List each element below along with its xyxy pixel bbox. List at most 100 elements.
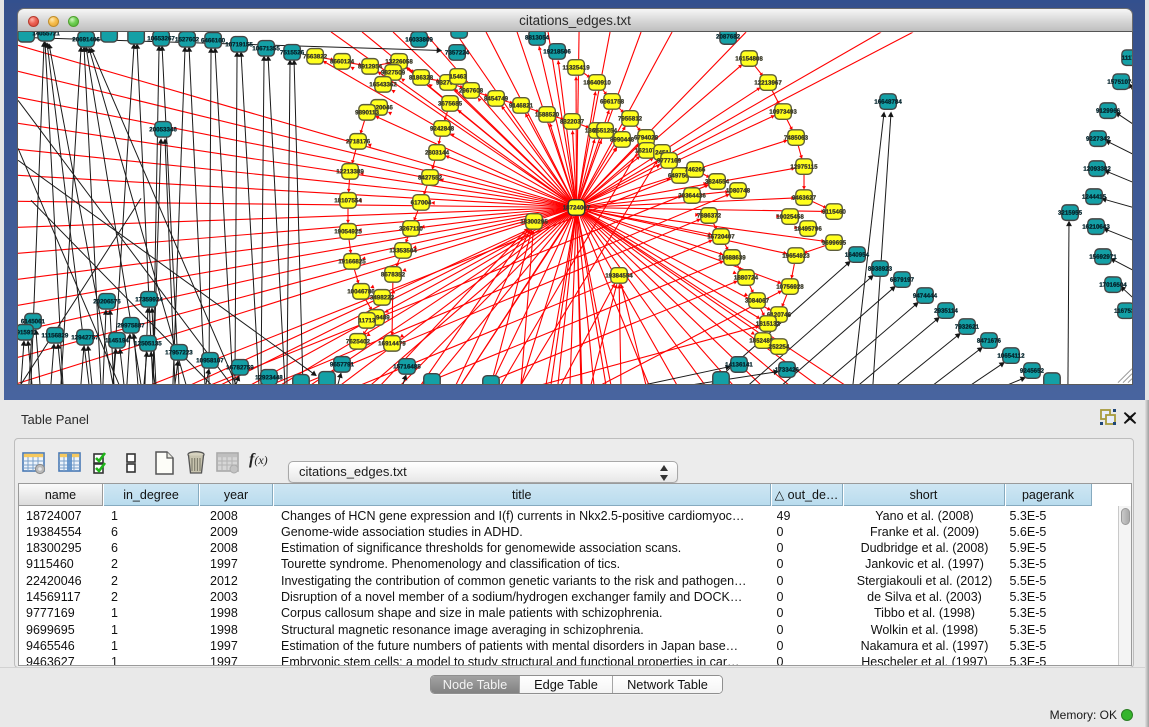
svg-text:8186328: 8186328 (409, 74, 434, 81)
svg-text:10653267: 10653267 (147, 35, 175, 42)
svg-text:2967608: 2967608 (459, 87, 484, 94)
svg-text:19166825: 19166825 (338, 258, 366, 265)
svg-text:6794028: 6794028 (634, 135, 659, 142)
svg-text:7357224: 7357224 (445, 49, 470, 56)
svg-text:17359924: 17359924 (135, 296, 163, 303)
svg-text:13353504: 13353504 (389, 247, 417, 254)
svg-text:11325419: 11325419 (562, 64, 590, 71)
svg-text:19218506: 19218506 (543, 48, 571, 55)
svg-text:10756928: 10756928 (776, 284, 804, 291)
svg-text:9699695: 9699695 (822, 240, 847, 247)
svg-text:9463627: 9463627 (792, 195, 817, 202)
svg-text:1244415: 1244415 (1082, 194, 1107, 201)
svg-text:9115460: 9115460 (822, 209, 846, 216)
svg-text:15463: 15463 (449, 73, 467, 80)
svg-text:252254: 252254 (769, 344, 790, 351)
svg-text:8471676: 8471676 (977, 338, 1002, 345)
svg-text:19654923: 19654923 (782, 253, 810, 260)
svg-text:8427552: 8427552 (418, 174, 443, 181)
svg-text:1080748: 1080748 (726, 188, 751, 195)
svg-text:6961758: 6961758 (600, 99, 625, 106)
svg-text:1145194: 1145194 (105, 337, 129, 344)
svg-text:9129966: 9129966 (1096, 108, 1121, 115)
svg-text:15720407: 15720407 (707, 234, 735, 241)
svg-text:8938923: 8938923 (868, 266, 893, 273)
svg-text:12505135: 12505135 (134, 340, 162, 347)
svg-text:9227342: 9227342 (1086, 136, 1111, 143)
svg-text:1815132: 1815132 (756, 321, 781, 328)
svg-text:15716485: 15716485 (393, 363, 421, 370)
svg-text:16782759: 16782759 (226, 364, 254, 371)
svg-text:7886372: 7886372 (697, 213, 722, 220)
svg-text:2935114: 2935114 (934, 308, 958, 315)
svg-text:2087682: 2087682 (716, 34, 741, 41)
svg-text:16914479: 16914479 (378, 340, 406, 347)
svg-text:20206576: 20206576 (93, 298, 121, 305)
svg-text:15751074: 15751074 (1107, 79, 1133, 86)
svg-text:14055721: 14055721 (32, 32, 60, 37)
svg-text:7485063: 7485063 (784, 135, 809, 142)
svg-text:10973493: 10973493 (769, 109, 797, 116)
svg-text:11171: 11171 (1122, 55, 1133, 62)
svg-text:6879197: 6879197 (890, 277, 915, 284)
svg-text:20053346: 20053346 (149, 126, 177, 133)
svg-text:1880724: 1880724 (734, 275, 759, 282)
svg-text:8678352: 8678352 (381, 271, 406, 278)
svg-text:11713: 11713 (359, 317, 376, 324)
svg-text:10958107: 10958107 (196, 357, 224, 364)
svg-text:14136141: 14136141 (725, 362, 753, 369)
svg-text:3215955: 3215955 (1058, 210, 1083, 217)
svg-text:18724007: 18724007 (563, 204, 591, 211)
svg-text:7932621: 7932621 (955, 324, 980, 331)
svg-text:18640910: 18640910 (583, 80, 611, 87)
svg-text:1527602: 1527602 (175, 36, 200, 43)
svg-text:8454749: 8454749 (484, 95, 509, 102)
svg-text:20364436: 20364436 (678, 193, 706, 200)
svg-text:17957223: 17957223 (165, 349, 193, 356)
svg-text:746266: 746266 (685, 167, 706, 174)
svg-text:20691406: 20691406 (72, 36, 100, 43)
svg-text:7625402: 7625402 (346, 338, 371, 345)
svg-text:18300295: 18300295 (520, 218, 548, 225)
svg-text:10688639: 10688639 (718, 255, 746, 262)
svg-text:12942757: 12942757 (71, 334, 99, 341)
svg-text:8322037: 8322037 (560, 118, 585, 125)
svg-text:1640954: 1640954 (845, 252, 870, 259)
svg-text:10654112: 10654112 (997, 353, 1025, 360)
svg-text:1588520: 1588520 (535, 111, 560, 118)
svg-text:16543362: 16543362 (369, 81, 397, 88)
svg-text:1167534: 1167534 (1114, 308, 1133, 315)
svg-text:19054925: 19054925 (334, 228, 362, 235)
svg-text:617004: 617004 (411, 199, 432, 206)
svg-text:8990448: 8990448 (610, 137, 635, 144)
svg-text:12213967: 12213967 (754, 80, 782, 87)
svg-text:11156829: 11156829 (42, 332, 69, 339)
svg-text:3915911: 3915911 (18, 329, 37, 336)
svg-text:3267110: 3267110 (399, 225, 423, 232)
svg-text:29975887: 29975887 (117, 322, 145, 329)
svg-text:10671355: 10671355 (252, 45, 280, 52)
svg-text:9474444: 9474444 (913, 293, 938, 300)
svg-text:8660124: 8660124 (330, 58, 355, 65)
svg-text:8912954: 8912954 (358, 63, 383, 70)
svg-text:9146821: 9146821 (509, 102, 534, 109)
svg-text:12213389: 12213389 (336, 168, 364, 175)
svg-text:12923448: 12923448 (255, 374, 283, 381)
svg-text:9827509: 9827509 (381, 69, 406, 76)
svg-text:18495796: 18495796 (794, 226, 822, 233)
svg-text:9242848: 9242848 (430, 125, 455, 132)
svg-text:8813054: 8813054 (525, 34, 550, 41)
svg-text:1733426: 1733426 (775, 367, 800, 374)
svg-text:3824554: 3824554 (705, 179, 730, 186)
svg-text:2718176: 2718176 (346, 138, 371, 145)
svg-text:16033809: 16033809 (405, 36, 433, 43)
svg-text:9657791: 9657791 (330, 361, 355, 368)
svg-text:16648784: 16648784 (874, 99, 902, 106)
svg-text:9890113: 9890113 (355, 109, 379, 116)
svg-text:3084067: 3084067 (745, 298, 770, 305)
svg-text:6466160: 6466160 (201, 37, 226, 44)
svg-text:7663822: 7663822 (303, 53, 328, 60)
svg-text:15692971: 15692971 (1089, 254, 1117, 261)
svg-text:3675685: 3675685 (438, 100, 463, 107)
svg-text:16154808: 16154808 (735, 56, 763, 63)
